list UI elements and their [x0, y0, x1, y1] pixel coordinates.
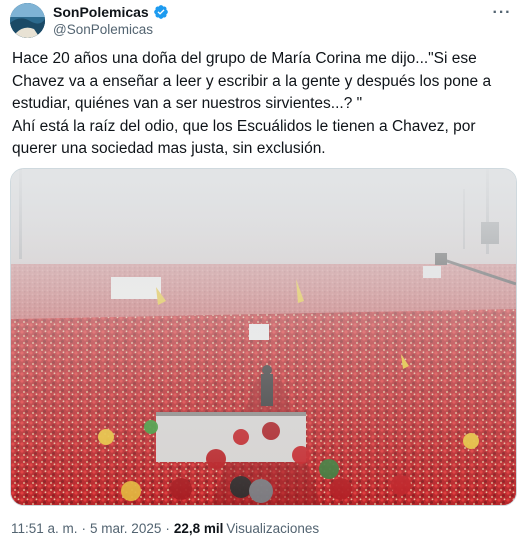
tweet-time[interactable]: 11:51 a. m. [11, 520, 78, 538]
tweet-header: SonPolemicas @SonPolemicas ··· [10, 3, 517, 39]
tweet-media[interactable] [10, 168, 517, 506]
meta-separator: · [81, 521, 87, 536]
meta-separator: · [165, 521, 170, 536]
views-count: 22,8 mil [173, 521, 224, 536]
name-row: SonPolemicas [53, 3, 169, 21]
more-options-icon[interactable]: ··· [489, 3, 515, 23]
views-label: Visualizaciones [226, 521, 320, 536]
tweet-meta: 11:51 a. m. · 5 mar. 2025 · 22,8 mil Vis… [11, 520, 319, 538]
author-names: SonPolemicas @SonPolemicas [53, 3, 169, 39]
crowd-rally-photo [11, 169, 516, 505]
author-handle[interactable]: @SonPolemicas [53, 21, 169, 39]
verified-badge-icon [153, 4, 169, 20]
avatar[interactable] [10, 3, 45, 38]
tweet-card: SonPolemicas @SonPolemicas ··· Hace 20 a… [0, 0, 527, 541]
tweet-text: Hace 20 años una doña del grupo de María… [12, 50, 492, 157]
author-display-name[interactable]: SonPolemicas [53, 3, 149, 21]
tweet-date[interactable]: 5 mar. 2025 [90, 520, 161, 538]
avatar-image [10, 3, 45, 38]
